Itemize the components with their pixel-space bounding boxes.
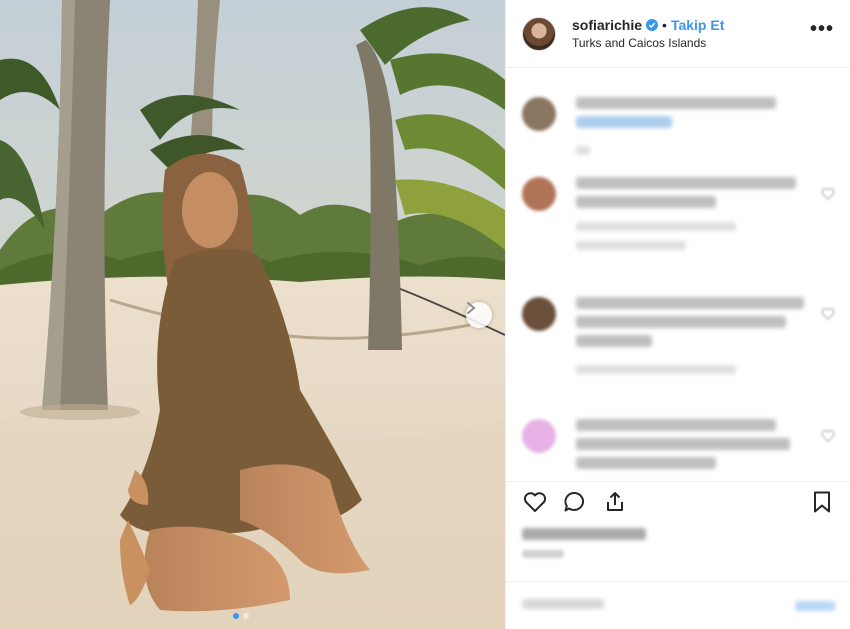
more-options-icon[interactable]: ••• [810, 18, 834, 49]
carousel-dot-active [233, 613, 239, 619]
blurred-comment-text [576, 335, 652, 347]
verified-badge-icon [646, 19, 659, 31]
blurred-comment-meta [576, 222, 736, 231]
carousel-dot [243, 613, 249, 619]
heart-icon[interactable] [821, 307, 835, 321]
comment-avatar[interactable] [522, 297, 556, 331]
comment-avatar[interactable] [522, 177, 556, 211]
heart-icon[interactable] [522, 489, 548, 515]
comment-avatar[interactable] [522, 97, 556, 131]
comment-avatar[interactable] [522, 419, 556, 453]
blurred-timestamp [576, 146, 590, 155]
follow-button[interactable]: Takip Et [671, 17, 724, 33]
username-link[interactable]: sofiarichie [572, 17, 642, 33]
post-comment-button[interactable] [795, 600, 835, 611]
blurred-view-replies[interactable] [576, 241, 686, 250]
blurred-comment-text [576, 457, 716, 469]
comment-input[interactable] [522, 598, 795, 613]
post-header: sofiarichie • Takip Et Turks and Caicos … [506, 0, 850, 68]
post-actions [506, 481, 850, 581]
blurred-likes-count[interactable] [522, 528, 646, 540]
add-comment-bar [506, 581, 850, 629]
location-link[interactable]: Turks and Caicos Islands [572, 36, 810, 50]
blurred-comment-text [576, 97, 776, 109]
blurred-post-date [522, 550, 564, 558]
beach-scene-image [0, 0, 505, 629]
heart-icon[interactable] [821, 187, 835, 201]
blurred-comment-text [576, 438, 790, 450]
comment-icon[interactable] [562, 489, 588, 515]
blurred-comment-placeholder [522, 598, 604, 609]
blurred-comment-meta [576, 365, 736, 374]
caption-comment [522, 97, 835, 167]
heart-icon[interactable] [821, 429, 835, 443]
share-icon[interactable] [602, 489, 628, 515]
action-icons-row [522, 482, 835, 522]
post-header-text: sofiarichie • Takip Et Turks and Caicos … [572, 17, 810, 50]
blurred-comment-text [576, 316, 786, 328]
blurred-comment-text [576, 177, 796, 189]
comment-item [522, 297, 835, 397]
comments-list [506, 69, 850, 481]
avatar[interactable] [522, 16, 556, 51]
post-side-panel: sofiarichie • Takip Et Turks and Caicos … [505, 0, 850, 629]
blurred-comment-text [576, 297, 804, 309]
blurred-comment-text [576, 419, 776, 431]
carousel-indicator [233, 613, 249, 619]
blurred-hashtag [576, 116, 672, 128]
bookmark-icon[interactable] [809, 489, 835, 515]
comment-item [522, 177, 835, 277]
next-slide-button[interactable] [466, 302, 492, 328]
comment-item [522, 419, 835, 481]
post-photo[interactable] [0, 0, 505, 629]
blurred-comment-text [576, 196, 716, 208]
header-separator: • [662, 17, 667, 33]
chevron-right-icon [467, 302, 476, 314]
